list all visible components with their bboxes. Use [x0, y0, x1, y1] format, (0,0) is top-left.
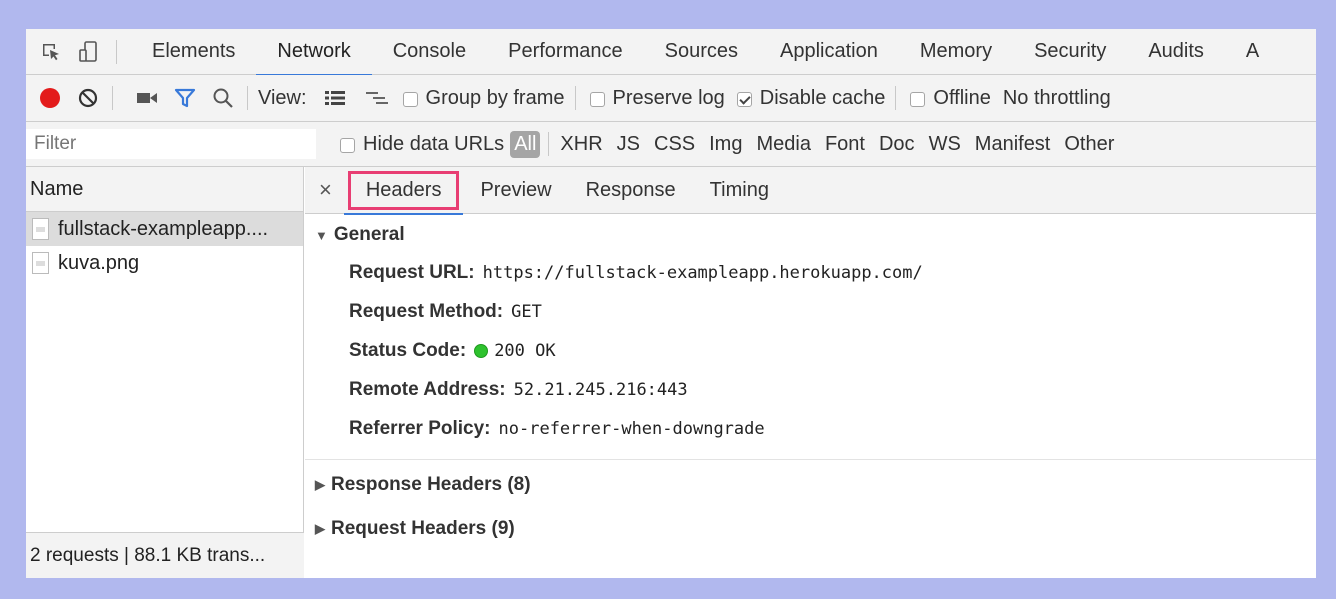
collapsed-sections: ▶ Response Headers (8) ▶ Request Headers… — [305, 460, 1316, 568]
request-method-row: Request Method: GET — [349, 300, 1316, 324]
response-headers-toggle[interactable]: ▶ Response Headers (8) — [315, 474, 1316, 496]
tab-performance[interactable]: Performance — [487, 29, 644, 75]
image-file-icon — [32, 252, 49, 274]
general-section-toggle[interactable]: ▼ General — [315, 224, 1316, 246]
header-key: Status Code: — [349, 340, 467, 361]
divider — [116, 39, 117, 64]
filter-type-other[interactable]: Other — [1057, 133, 1121, 156]
filter-icon[interactable] — [171, 84, 199, 112]
filter-type-css[interactable]: CSS — [647, 133, 702, 156]
devtools-window: Elements Network Console Performance Sou… — [26, 29, 1316, 578]
waterfall-overview-icon[interactable] — [363, 84, 391, 112]
offline-checkbox[interactable] — [910, 91, 926, 107]
request-list: Name fullstack-exampleapp.... kuva.png 2… — [26, 167, 304, 578]
header-value: 52.21.245.216:443 — [513, 380, 688, 400]
device-toolbar-icon[interactable] — [76, 39, 102, 65]
tab-timing[interactable]: Timing — [693, 167, 786, 214]
tab-network[interactable]: Network — [256, 29, 373, 76]
tab-elements[interactable]: Elements — [131, 29, 256, 75]
screenshot-camera-icon[interactable] — [133, 84, 161, 112]
preserve-log-label: Preserve log — [612, 86, 725, 109]
request-headers-title: Request Headers (9) — [331, 518, 515, 539]
preserve-log-checkbox[interactable] — [589, 91, 605, 107]
request-name: fullstack-exampleapp.... — [58, 217, 269, 240]
tab-security[interactable]: Security — [1013, 29, 1127, 75]
divider — [548, 132, 550, 156]
divider — [574, 86, 576, 110]
status-ok-icon — [474, 344, 489, 358]
group-by-frame-label: Group by frame — [425, 86, 565, 109]
header-value: https://fullstack-exampleapp.herokuapp.c… — [482, 263, 923, 283]
remote-address-row: Remote Address: 52.21.245.216:443 — [349, 378, 1316, 402]
header-key: Remote Address: — [349, 379, 506, 400]
request-url-row: Request URL: https://fullstack-exampleap… — [349, 261, 1316, 285]
inspect-element-icon[interactable] — [38, 39, 64, 65]
divider — [112, 86, 113, 110]
tab-overflow[interactable]: A — [1225, 29, 1280, 75]
triangle-down-icon: ▼ — [315, 227, 328, 243]
filter-type-media[interactable]: Media — [749, 133, 817, 156]
disable-cache-label: Disable cache — [759, 86, 886, 109]
referrer-policy-row: Referrer Policy: no-referrer-when-downgr… — [349, 417, 1316, 441]
filter-type-doc[interactable]: Doc — [872, 133, 922, 156]
general-section-title: General — [333, 224, 405, 245]
tab-headers[interactable]: Headers — [343, 167, 464, 215]
large-rows-icon[interactable] — [321, 84, 349, 112]
filter-type-ws[interactable]: WS — [922, 133, 968, 156]
request-headers-toggle[interactable]: ▶ Request Headers (9) — [315, 518, 1316, 540]
record-icon[interactable] — [36, 84, 64, 112]
offline-label: Offline — [933, 86, 991, 109]
status-code-row: Status Code: 200 OK — [349, 339, 1316, 363]
main-tab-bar: Elements Network Console Performance Sou… — [26, 29, 1316, 76]
triangle-right-icon: ▶ — [315, 521, 325, 536]
hide-data-urls-checkbox[interactable] — [340, 137, 355, 153]
filter-bar: Hide data URLs All XHR JS CSS Img Media … — [26, 122, 1316, 167]
close-icon[interactable]: × — [319, 177, 332, 203]
search-icon[interactable] — [209, 84, 237, 112]
filter-type-font[interactable]: Font — [818, 133, 872, 156]
tab-sources[interactable]: Sources — [644, 29, 759, 75]
hide-data-urls-label: Hide data URLs — [363, 132, 505, 155]
document-file-icon — [32, 218, 49, 240]
header-value: no-referrer-when-downgrade — [498, 419, 765, 439]
request-row[interactable]: kuva.png — [26, 246, 303, 280]
request-row[interactable]: fullstack-exampleapp.... — [26, 212, 303, 246]
header-value: 200 OK — [494, 341, 556, 361]
filter-type-all[interactable]: All — [510, 130, 541, 158]
status-summary: 2 requests | 88.1 KB trans... — [26, 532, 304, 578]
header-key: Request Method: — [349, 301, 504, 322]
filter-type-xhr[interactable]: XHR — [553, 133, 609, 156]
tab-console[interactable]: Console — [372, 29, 487, 75]
request-name: kuva.png — [58, 251, 140, 274]
header-key: Referrer Policy: — [349, 418, 491, 439]
group-by-frame-checkbox[interactable] — [402, 91, 418, 107]
filter-input[interactable] — [26, 129, 316, 159]
throttling-select[interactable]: No throttling — [1003, 87, 1111, 110]
tab-application[interactable]: Application — [759, 29, 899, 75]
divider — [895, 86, 897, 110]
filter-type-img[interactable]: Img — [702, 133, 749, 156]
view-label: View: — [258, 86, 307, 109]
triangle-right-icon: ▶ — [315, 477, 325, 492]
filter-type-js[interactable]: JS — [610, 133, 647, 156]
header-value: GET — [511, 302, 542, 322]
network-toolbar: View: Group by frame Preserve log Disabl… — [26, 75, 1316, 122]
tab-preview[interactable]: Preview — [463, 167, 568, 214]
request-detail-pane: × Headers Preview Response Timing ▼ Gene… — [305, 167, 1316, 578]
filter-type-manifest[interactable]: Manifest — [968, 133, 1058, 156]
tab-memory[interactable]: Memory — [899, 29, 1013, 75]
response-headers-title: Response Headers (8) — [331, 474, 531, 495]
disable-cache-checkbox[interactable] — [736, 91, 752, 107]
divider — [247, 86, 248, 110]
general-section: ▼ General Request URL: https://fullstack… — [305, 214, 1316, 460]
clear-icon[interactable] — [74, 84, 102, 112]
tab-audits[interactable]: Audits — [1127, 29, 1225, 75]
tab-response[interactable]: Response — [569, 167, 693, 214]
name-column-header[interactable]: Name — [26, 167, 303, 212]
detail-tab-bar: × Headers Preview Response Timing — [305, 167, 1316, 215]
header-key: Request URL: — [349, 262, 475, 283]
